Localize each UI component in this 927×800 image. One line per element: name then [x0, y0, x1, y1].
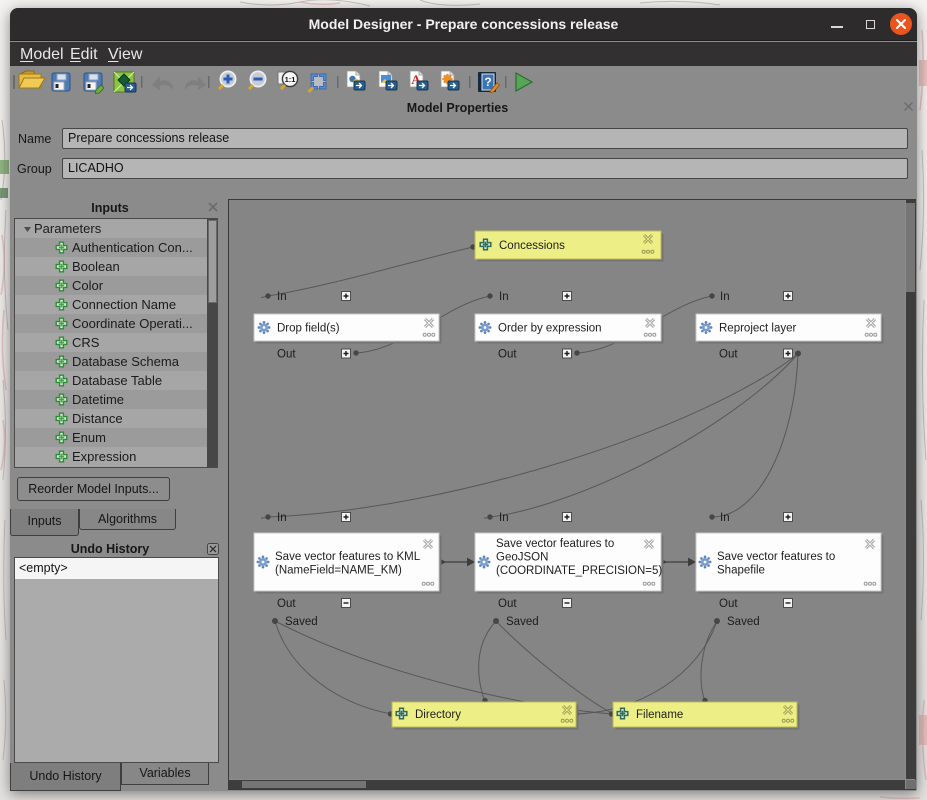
svg-text:Filename: Filename [636, 709, 683, 721]
svg-text:Out: Out [498, 598, 517, 610]
svg-text:Out: Out [498, 349, 517, 361]
svg-text:In: In [720, 512, 730, 524]
svg-text:Saved: Saved [727, 616, 760, 628]
svg-text:Order by expression: Order by expression [498, 323, 602, 335]
svg-text:Drop field(s): Drop field(s) [277, 323, 340, 335]
svg-text:Saved: Saved [506, 616, 539, 628]
svg-text:Saved: Saved [285, 616, 318, 628]
svg-text:(COORDINATE_PRECISION=5): (COORDINATE_PRECISION=5) [496, 565, 662, 577]
svg-text:(NameField=NAME_KM): (NameField=NAME_KM) [275, 565, 402, 577]
svg-text:In: In [720, 291, 730, 303]
svg-text:Out: Out [277, 598, 296, 610]
svg-text:Reproject layer: Reproject layer [719, 323, 797, 335]
svg-text:In: In [499, 291, 509, 303]
svg-text:Out: Out [719, 349, 738, 361]
svg-text:Out: Out [277, 349, 296, 361]
svg-text:GeoJSON: GeoJSON [496, 552, 548, 564]
svg-text:Directory: Directory [415, 709, 461, 721]
svg-text:Save vector features to: Save vector features to [496, 538, 614, 550]
svg-text:Shapefile: Shapefile [717, 565, 765, 577]
svg-text:In: In [277, 512, 287, 524]
svg-text:Save vector features to: Save vector features to [717, 551, 835, 563]
svg-text:Concessions: Concessions [499, 240, 565, 252]
svg-text:In: In [499, 512, 509, 524]
svg-text:1:1: 1:1 [285, 75, 296, 84]
svg-text:?: ? [484, 75, 491, 89]
svg-text:Save vector features to KML: Save vector features to KML [275, 551, 421, 563]
svg-text:Out: Out [719, 598, 738, 610]
svg-text:In: In [277, 291, 287, 303]
